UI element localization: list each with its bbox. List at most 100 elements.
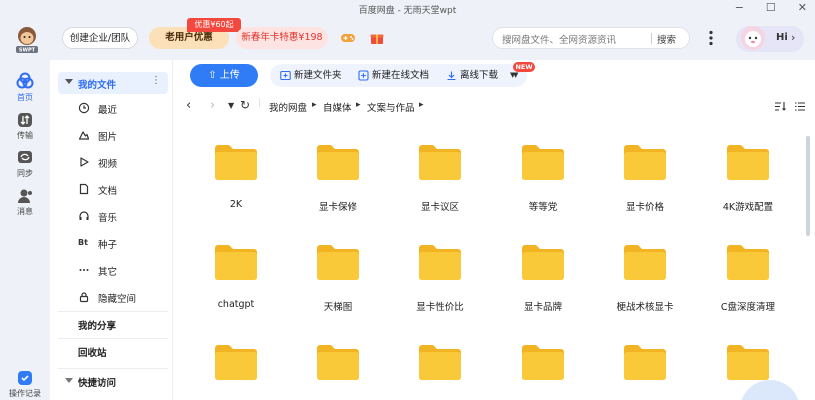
folder-item[interactable]: 显卡品牌 xyxy=(493,220,593,316)
folder-item[interactable]: C盘深度清理 xyxy=(698,220,798,316)
folder-icon xyxy=(727,145,769,180)
back-icon[interactable]: ‹ xyxy=(186,98,191,113)
history-dropdown-icon[interactable]: ▼ xyxy=(228,101,234,110)
folder-item[interactable]: 2K xyxy=(186,120,286,216)
folder-item[interactable] xyxy=(186,320,286,400)
sidebar-item-torrents[interactable]: Bt 种子 xyxy=(58,232,168,254)
sync-icon xyxy=(18,151,32,163)
window-title: 百度网盘 - 无雨天堂wpt xyxy=(358,6,457,16)
caret-down-icon[interactable] xyxy=(65,378,73,383)
sidebar-quick-access[interactable]: 快捷访问 xyxy=(58,368,168,390)
file-grid: 2K 显卡保修 显卡议区 等等党 显卡价格 4K游戏配置 chatgpt 天梯图 显卡性价比 显卡… xyxy=(174,120,804,400)
sidebar-item-documents[interactable]: 文档 xyxy=(58,178,168,200)
folder-icon xyxy=(419,345,461,380)
folder-item[interactable]: chatgpt xyxy=(186,220,286,316)
message-icon xyxy=(18,189,32,203)
gift-icon[interactable] xyxy=(369,31,385,45)
folder-item[interactable]: 天梯图 xyxy=(288,220,388,316)
folder-item[interactable]: 4K游戏配置 xyxy=(698,120,798,216)
close-button[interactable]: ✕ xyxy=(798,0,807,16)
more-menu-icon[interactable] xyxy=(701,28,721,48)
caret-down-icon[interactable]: ▼ xyxy=(510,64,515,87)
folder-item[interactable] xyxy=(595,320,695,400)
folder-icon xyxy=(419,145,461,180)
navigation-bar: ‹ › ▼ ↻ | 我的网盘 ▸ 自媒体 ▸ 文案与作品 ▸ xyxy=(174,92,815,120)
folder-item[interactable] xyxy=(288,320,388,400)
folder-name: 4K游戏配置 xyxy=(722,202,774,213)
upload-icon: ⇧ xyxy=(208,70,220,81)
folder-icon xyxy=(317,345,359,380)
window-controls: − ☐ ✕ xyxy=(735,0,807,16)
rail-label: 传输 xyxy=(17,131,33,140)
folder-item[interactable]: 梗战术核显卡 xyxy=(595,220,695,316)
chevron-right-icon: ▸ xyxy=(312,100,317,110)
folder-item[interactable]: 等等党 xyxy=(493,120,593,216)
upload-button[interactable]: ⇧ 上传 xyxy=(190,64,258,87)
toolbar: ⇧ 上传 新建文件夹 新建在线文档 ▼ NEW 离线下载 ▼ xyxy=(174,60,815,92)
home-icon xyxy=(16,72,34,89)
sidebar-item-music[interactable]: 音乐 xyxy=(58,205,168,227)
folder-name: 显卡保修 xyxy=(318,202,357,213)
rail-item-home[interactable]: 首页 xyxy=(0,72,50,103)
caret-down-icon[interactable] xyxy=(65,79,73,84)
chevron-right-icon: ▸ xyxy=(356,100,361,110)
user-profile-button[interactable]: Hi › xyxy=(736,26,804,52)
folder-item[interactable] xyxy=(390,320,490,400)
rail-item-operation-log[interactable]: 操作记录 xyxy=(0,370,50,399)
folder-item[interactable] xyxy=(493,320,593,400)
rail-label: 操作记录 xyxy=(9,389,41,398)
app-logo[interactable]: SWPT xyxy=(14,23,40,55)
folder-icon xyxy=(727,345,769,380)
sidebar-item-hidden-space[interactable]: 隐藏空间 xyxy=(58,286,168,308)
search-input[interactable]: 搜网盘文件、全网资源资讯 xyxy=(502,32,616,46)
folder-item[interactable]: 显卡保修 xyxy=(288,120,388,216)
breadcrumb-item[interactable]: 我的网盘 xyxy=(269,100,307,114)
sidebar-item-videos[interactable]: 视频 xyxy=(58,151,168,173)
maximize-button[interactable]: ☐ xyxy=(766,0,776,16)
chevron-right-icon: › xyxy=(791,31,796,44)
title-bar: 百度网盘 - 无雨天堂wpt − ☐ ✕ xyxy=(0,0,815,18)
create-team-button[interactable]: 创建企业/团队 xyxy=(62,27,138,49)
rail-item-sync[interactable]: 同步 xyxy=(0,150,50,179)
folder-item[interactable]: 显卡价格 xyxy=(595,120,695,216)
logo-text: SWPT xyxy=(19,48,36,54)
user-greeting: Hi xyxy=(776,32,788,43)
game-controller-icon[interactable] xyxy=(340,31,356,45)
sidebar-recycle-bin[interactable]: 回收站 xyxy=(58,338,168,360)
avatar xyxy=(741,26,765,50)
sidebar-my-share[interactable]: 我的分享 xyxy=(58,311,168,333)
image-icon xyxy=(78,131,90,140)
refresh-icon[interactable]: ↻ xyxy=(240,98,250,112)
more-vertical-icon[interactable]: ⋮ xyxy=(151,75,161,86)
folder-item[interactable]: 显卡性价比 xyxy=(390,220,490,316)
bt-icon: Bt xyxy=(78,238,88,247)
minimize-button[interactable]: − xyxy=(735,0,744,16)
folder-icon xyxy=(624,345,666,380)
rail-item-message[interactable]: 消息 xyxy=(0,188,50,217)
sidebar-item-other[interactable]: 其它 xyxy=(58,259,168,281)
folder-icon xyxy=(419,245,461,280)
folder-icon xyxy=(215,345,257,380)
promo-tag: 优惠¥60起 xyxy=(187,18,241,32)
scrollbar[interactable] xyxy=(806,136,810,236)
sort-icon[interactable] xyxy=(774,101,786,112)
new-year-offer-button[interactable]: 新春年卡特惠¥198 xyxy=(236,27,328,49)
breadcrumb-item[interactable]: 自媒体 xyxy=(323,100,352,114)
folder-name: C盘深度清理 xyxy=(720,302,776,313)
forward-icon[interactable]: › xyxy=(210,98,215,113)
breadcrumb-item[interactable]: 文案与作品 xyxy=(367,100,415,114)
search-button[interactable]: 搜索 xyxy=(657,32,676,46)
rail-item-transfer[interactable]: 传输 xyxy=(0,112,50,141)
search-box[interactable]: 搜网盘文件、全网资源资讯 搜索 xyxy=(492,27,690,49)
sidebar-item-recent[interactable]: 最近 xyxy=(58,97,168,119)
folder-name: 天梯图 xyxy=(323,302,353,313)
folder-item[interactable]: 显卡议区 xyxy=(390,120,490,216)
folder-icon xyxy=(215,245,257,280)
folder-icon xyxy=(317,245,359,280)
folder-icon xyxy=(522,345,564,380)
folder-name: 显卡性价比 xyxy=(416,302,464,313)
sidebar-my-files[interactable]: 我的文件 ⋮ xyxy=(58,72,168,94)
sidebar-item-images[interactable]: 图片 xyxy=(58,124,168,146)
list-view-icon[interactable] xyxy=(794,101,806,112)
folder-icon xyxy=(624,245,666,280)
